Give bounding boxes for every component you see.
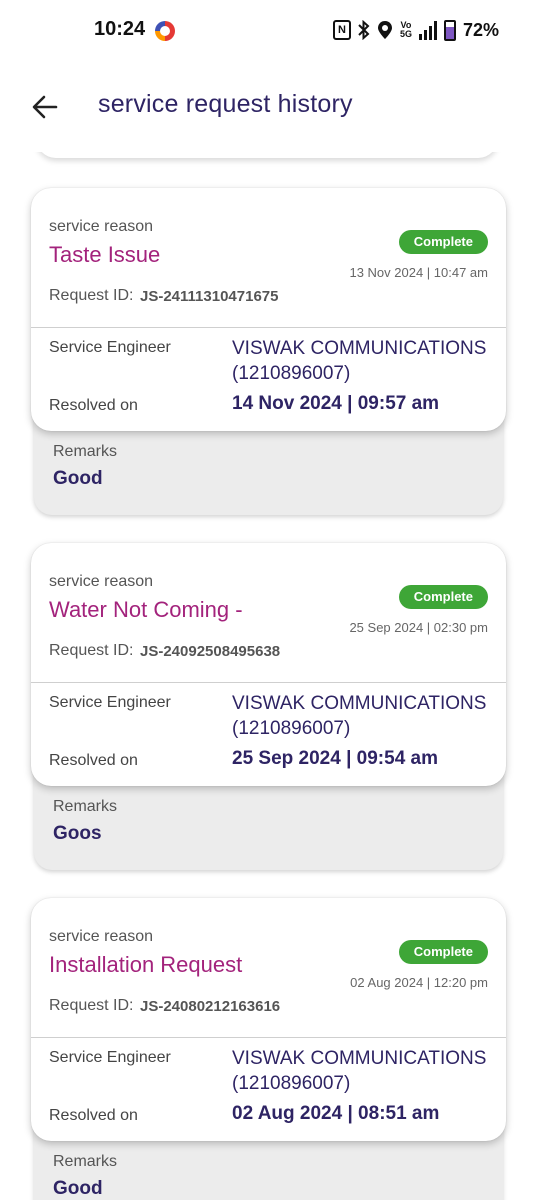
resolved-on-label: Resolved on: [49, 752, 138, 769]
remarks-label: Remarks: [53, 1153, 118, 1170]
service-reason-label: service reason: [49, 573, 154, 590]
request-item[interactable]: Remarks Good service reason Installation…: [0, 898, 537, 1200]
signal-icon: [418, 19, 437, 41]
service-reason-label: service reason: [49, 218, 154, 235]
service-engineer-label: Service Engineer: [49, 1049, 171, 1066]
battery-icon: [443, 19, 456, 41]
service-engineer-label: Service Engineer: [49, 339, 171, 356]
resolved-on: 02 Aug 2024 | 08:51 am: [232, 1103, 440, 1124]
app-header: service request history: [0, 62, 537, 152]
remarks-label: Remarks: [53, 798, 118, 815]
request-card[interactable]: service reason Water Not Coming - Comple…: [31, 543, 506, 786]
nfc-icon: N: [332, 20, 351, 40]
resolved-on-label: Resolved on: [49, 1107, 138, 1124]
battery-percent: 72%: [462, 19, 499, 40]
resolved-on: 25 Sep 2024 | 09:54 am: [232, 748, 439, 769]
divider: [31, 682, 506, 683]
request-datetime: 02 Aug 2024 | 12:20 pm: [350, 975, 488, 990]
status-time: 10:24: [94, 18, 146, 40]
request-id-label: Request ID:: [49, 642, 134, 659]
volte-icon: Vo 5G: [399, 20, 412, 39]
service-engineer: VISWAK COMMUNICATIONS (1210896007): [232, 693, 487, 739]
request-id: JS-24080212163616: [140, 998, 281, 1015]
request-id: JS-24111310471675: [140, 288, 279, 305]
remarks-value: Goos: [53, 823, 102, 844]
request-item[interactable]: Remarks Good service reason Taste Issue …: [0, 188, 537, 518]
previous-card: [36, 152, 498, 158]
divider: [31, 327, 506, 328]
status-badge: Complete: [398, 940, 488, 964]
request-id-label: Request ID:: [49, 287, 134, 304]
status-icons: N Vo 5G 72%: [332, 19, 499, 41]
remarks-label: Remarks: [53, 443, 118, 460]
service-reason: Installation Request: [49, 952, 243, 977]
request-datetime: 13 Nov 2024 | 10:47 am: [349, 265, 488, 280]
remarks-value: Good: [53, 1178, 103, 1199]
page-title: service request history: [98, 90, 353, 118]
service-engineer: VISWAK COMMUNICATIONS (1210896007): [232, 338, 487, 384]
app-notification-icon: [155, 21, 175, 41]
request-id: JS-24092508495638: [140, 643, 281, 660]
resolved-on-label: Resolved on: [49, 397, 138, 414]
service-engineer-label: Service Engineer: [49, 694, 171, 711]
service-reason-label: service reason: [49, 928, 154, 945]
status-badge: Complete: [398, 585, 488, 609]
request-card[interactable]: service reason Taste Issue Complete 13 N…: [31, 188, 506, 431]
request-datetime: 25 Sep 2024 | 02:30 pm: [349, 620, 488, 635]
divider: [31, 1037, 506, 1038]
resolved-on: 14 Nov 2024 | 09:57 am: [232, 393, 440, 414]
request-id-label: Request ID:: [49, 997, 134, 1014]
location-icon: [377, 19, 393, 41]
service-engineer: VISWAK COMMUNICATIONS (1210896007): [232, 1048, 487, 1094]
bluetooth-icon: [358, 19, 370, 41]
service-reason: Taste Issue: [49, 242, 161, 267]
status-badge: Complete: [398, 230, 488, 254]
request-card[interactable]: service reason Installation Request Comp…: [31, 898, 506, 1141]
remarks-value: Good: [53, 468, 103, 489]
back-arrow-icon[interactable]: [30, 92, 60, 122]
request-list[interactable]: Remarks Good service reason Taste Issue …: [0, 152, 537, 1200]
status-bar: 10:24 N Vo 5G 72%: [0, 0, 537, 62]
service-reason: Water Not Coming -: [49, 597, 243, 622]
request-item[interactable]: Remarks Goos service reason Water Not Co…: [0, 543, 537, 873]
